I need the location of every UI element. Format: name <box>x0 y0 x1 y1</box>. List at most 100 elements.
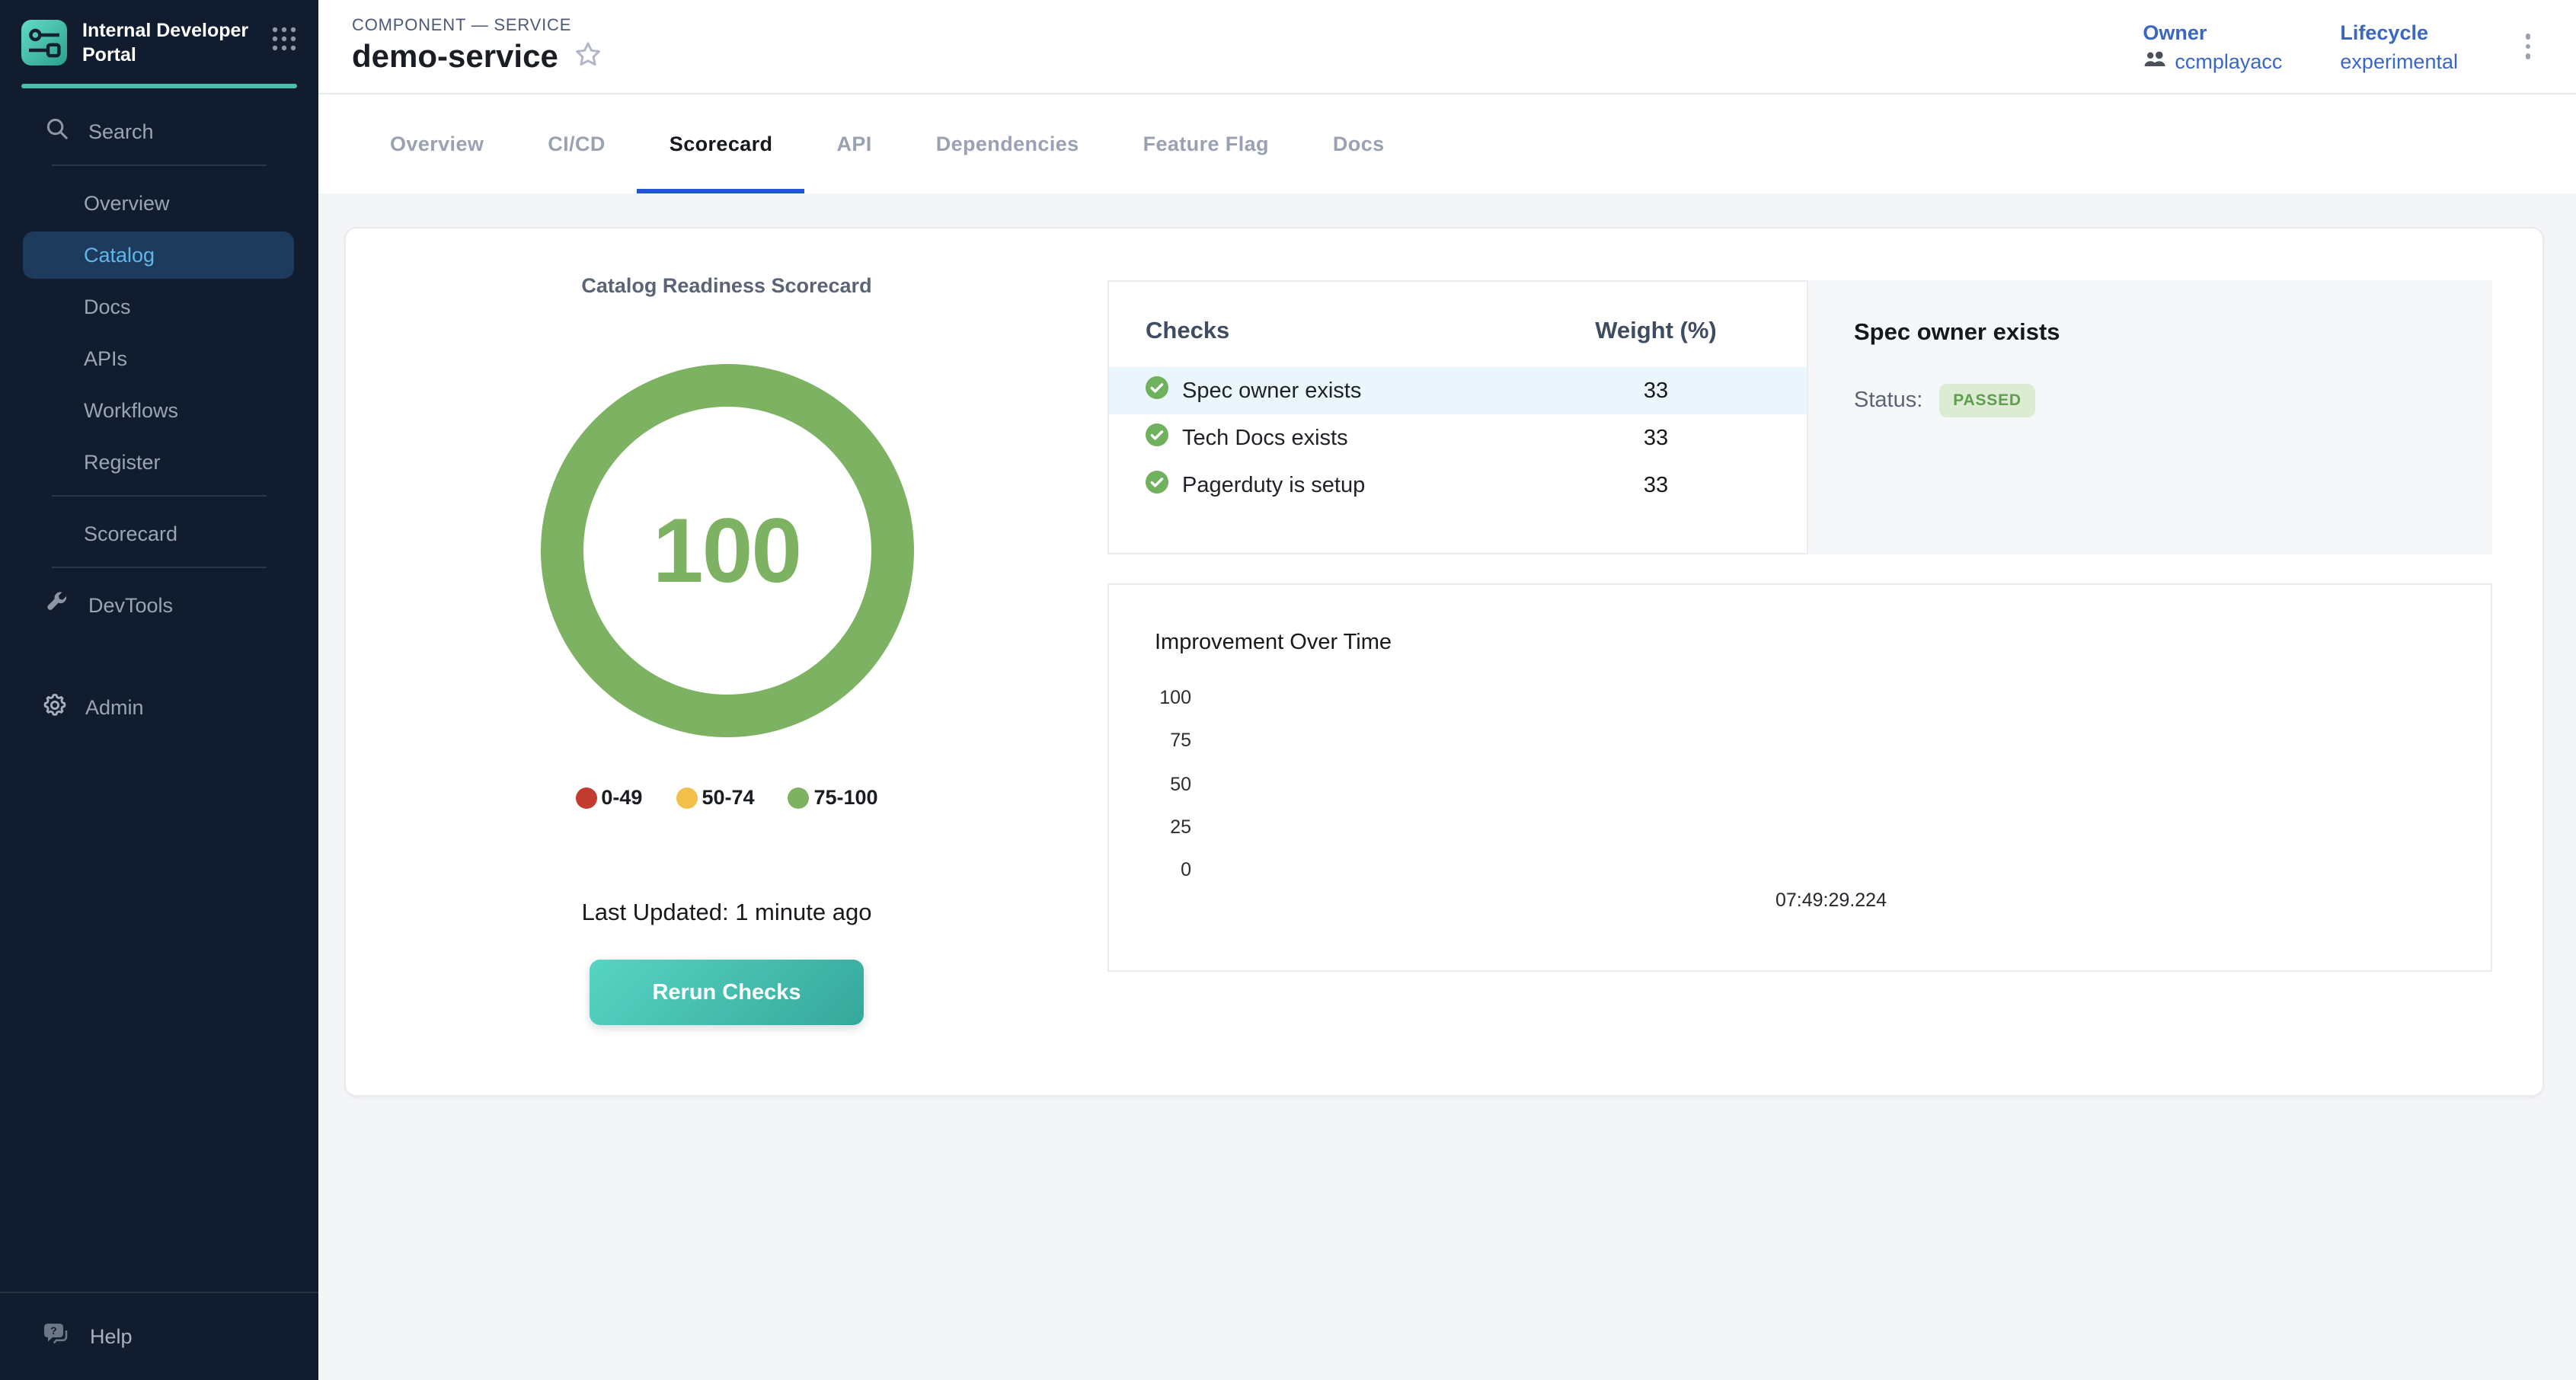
gear-icon <box>43 692 67 721</box>
breadcrumb: COMPONENT — SERVICE <box>352 16 604 34</box>
sidebar-item-label: Scorecard <box>84 522 177 545</box>
tab-scorecard[interactable]: Scorecard <box>638 94 805 193</box>
x-axis-tick: 07:49:29.224 <box>1740 890 1922 911</box>
sidebar-item-label: Admin <box>85 695 144 718</box>
divider <box>52 494 267 496</box>
apps-grid-icon[interactable] <box>271 27 297 60</box>
sidebar-item-scorecard[interactable]: Scorecard <box>0 510 318 557</box>
rerun-checks-button[interactable]: Rerun Checks <box>590 960 864 1025</box>
tab-cicd[interactable]: CI/CD <box>516 94 638 193</box>
sidebar-item-apis[interactable]: APIs <box>0 334 318 382</box>
gauge-legend: 0-49 50-74 75-100 <box>575 786 877 809</box>
check-weight: 33 <box>1542 379 1770 403</box>
chart-title: Improvement Over Time <box>1155 631 1392 655</box>
sidebar-item-admin[interactable]: Admin <box>0 683 318 730</box>
entity-header: COMPONENT — SERVICE demo-service Owner <box>318 0 2576 94</box>
tab-dependencies[interactable]: Dependencies <box>904 94 1111 193</box>
tab-label: Overview <box>390 133 484 155</box>
check-passed-icon <box>1146 376 1168 405</box>
divider <box>52 566 267 567</box>
sidebar-item-help[interactable]: ? Help <box>0 1292 318 1380</box>
owner-link[interactable]: ccmplayacc <box>2143 50 2282 72</box>
check-row-spec-owner[interactable]: Spec owner exists 33 <box>1109 367 1807 414</box>
legend-label: 50-74 <box>702 786 754 809</box>
lifecycle-label: Lifecycle <box>2340 21 2458 43</box>
app-logo-icon <box>21 21 67 66</box>
checks-column-header: Checks <box>1146 318 1542 346</box>
divider <box>52 164 267 165</box>
sidebar-item-label: Workflows <box>84 398 178 421</box>
gauge-title: Catalog Readiness Scorecard <box>581 274 871 297</box>
entity-meta: Owner ccmplayacc Lifecycle <box>2143 21 2539 72</box>
check-passed-icon <box>1146 471 1168 500</box>
legend-label: 75-100 <box>814 786 878 809</box>
weight-column-header: Weight (%) <box>1542 318 1770 346</box>
tab-label: CI/CD <box>548 133 606 155</box>
checks-table-header: Checks Weight (%) <box>1109 318 1807 346</box>
entity-tabs: Overview CI/CD Scorecard API Dependencie… <box>318 94 2576 193</box>
sidebar-item-docs[interactable]: Docs <box>0 283 318 330</box>
tab-docs[interactable]: Docs <box>1301 94 1417 193</box>
page-title: demo-service <box>352 40 558 76</box>
y-axis-tick: 50 <box>1130 774 1191 795</box>
tab-api[interactable]: API <box>804 94 903 193</box>
legend-item: 75-100 <box>788 786 878 809</box>
sidebar-item-overview[interactable]: Overview <box>0 179 318 226</box>
sidebar-item-workflows[interactable]: Workflows <box>0 386 318 433</box>
more-options-kebab-icon[interactable] <box>2516 28 2539 65</box>
logo-row: Internal Developer Portal <box>0 0 318 81</box>
legend-item: 50-74 <box>676 786 754 809</box>
legend-dot-yellow <box>676 787 697 808</box>
checks-table: Checks Weight (%) Spec owner exists <box>1107 280 1808 554</box>
app-title: Internal Developer Portal <box>82 18 256 68</box>
check-name: Spec owner exists <box>1182 379 1361 403</box>
owner-value: ccmplayacc <box>2175 50 2282 72</box>
tab-label: Scorecard <box>670 133 773 155</box>
check-name: Tech Docs exists <box>1182 426 1348 450</box>
sidebar-item-label: APIs <box>84 347 127 369</box>
check-passed-icon <box>1146 423 1168 452</box>
legend-label: 0-49 <box>601 786 642 809</box>
sidebar-item-devtools[interactable]: DevTools <box>0 581 318 628</box>
check-row-pagerduty[interactable]: Pagerduty is setup 33 <box>1109 462 1807 509</box>
main-area: COMPONENT — SERVICE demo-service Owner <box>318 0 2576 1380</box>
sidebar-item-catalog[interactable]: Catalog <box>23 231 294 278</box>
y-axis-tick: 75 <box>1130 730 1191 751</box>
owner-label: Owner <box>2143 21 2282 43</box>
check-row-tech-docs[interactable]: Tech Docs exists 33 <box>1109 414 1807 462</box>
check-detail-title: Spec owner exists <box>1854 320 2492 347</box>
tab-label: Docs <box>1333 133 1385 155</box>
sidebar-item-label: Search <box>88 120 154 142</box>
scorecard-card: Catalog Readiness Scorecard 100 0-49 50-… <box>344 227 2544 1097</box>
legend-dot-red <box>575 787 596 808</box>
favorite-star-icon[interactable] <box>574 39 604 77</box>
help-chat-icon: ? <box>43 1321 72 1352</box>
sidebar-item-search[interactable]: Search <box>0 107 318 155</box>
tab-label: Dependencies <box>936 133 1079 155</box>
group-icon <box>2143 50 2165 72</box>
y-axis-tick: 100 <box>1130 687 1191 708</box>
sidebar: Internal Developer Portal <box>0 0 318 1380</box>
check-name: Pagerduty is setup <box>1182 473 1365 497</box>
checks-section: Checks Weight (%) Spec owner exists <box>1107 228 2546 1095</box>
tab-overview[interactable]: Overview <box>358 94 516 193</box>
tab-feature-flag[interactable]: Feature Flag <box>1111 94 1301 193</box>
status-badge: PASSED <box>1939 384 2035 417</box>
improvement-chart: Improvement Over Time 100 75 50 25 0 07:… <box>1107 583 2492 972</box>
sidebar-spacer <box>0 735 318 1292</box>
legend-item: 0-49 <box>575 786 642 809</box>
check-weight: 33 <box>1542 473 1770 497</box>
status-label: Status: <box>1854 388 1922 413</box>
owner-block: Owner ccmplayacc <box>2143 21 2282 72</box>
score-gauge: 100 <box>540 364 913 737</box>
wrench-icon <box>46 591 69 618</box>
sidebar-item-register[interactable]: Register <box>0 438 318 485</box>
tab-content: Catalog Readiness Scorecard 100 0-49 50-… <box>318 193 2576 1380</box>
check-detail-panel: Spec owner exists Status: PASSED <box>1808 280 2492 554</box>
sidebar-item-label: DevTools <box>88 593 173 616</box>
svg-text:?: ? <box>50 1324 57 1336</box>
search-icon <box>46 117 69 145</box>
tab-label: API <box>836 133 871 155</box>
tab-label: Feature Flag <box>1143 133 1269 155</box>
gauge-section: Catalog Readiness Scorecard 100 0-49 50-… <box>346 228 1107 1095</box>
